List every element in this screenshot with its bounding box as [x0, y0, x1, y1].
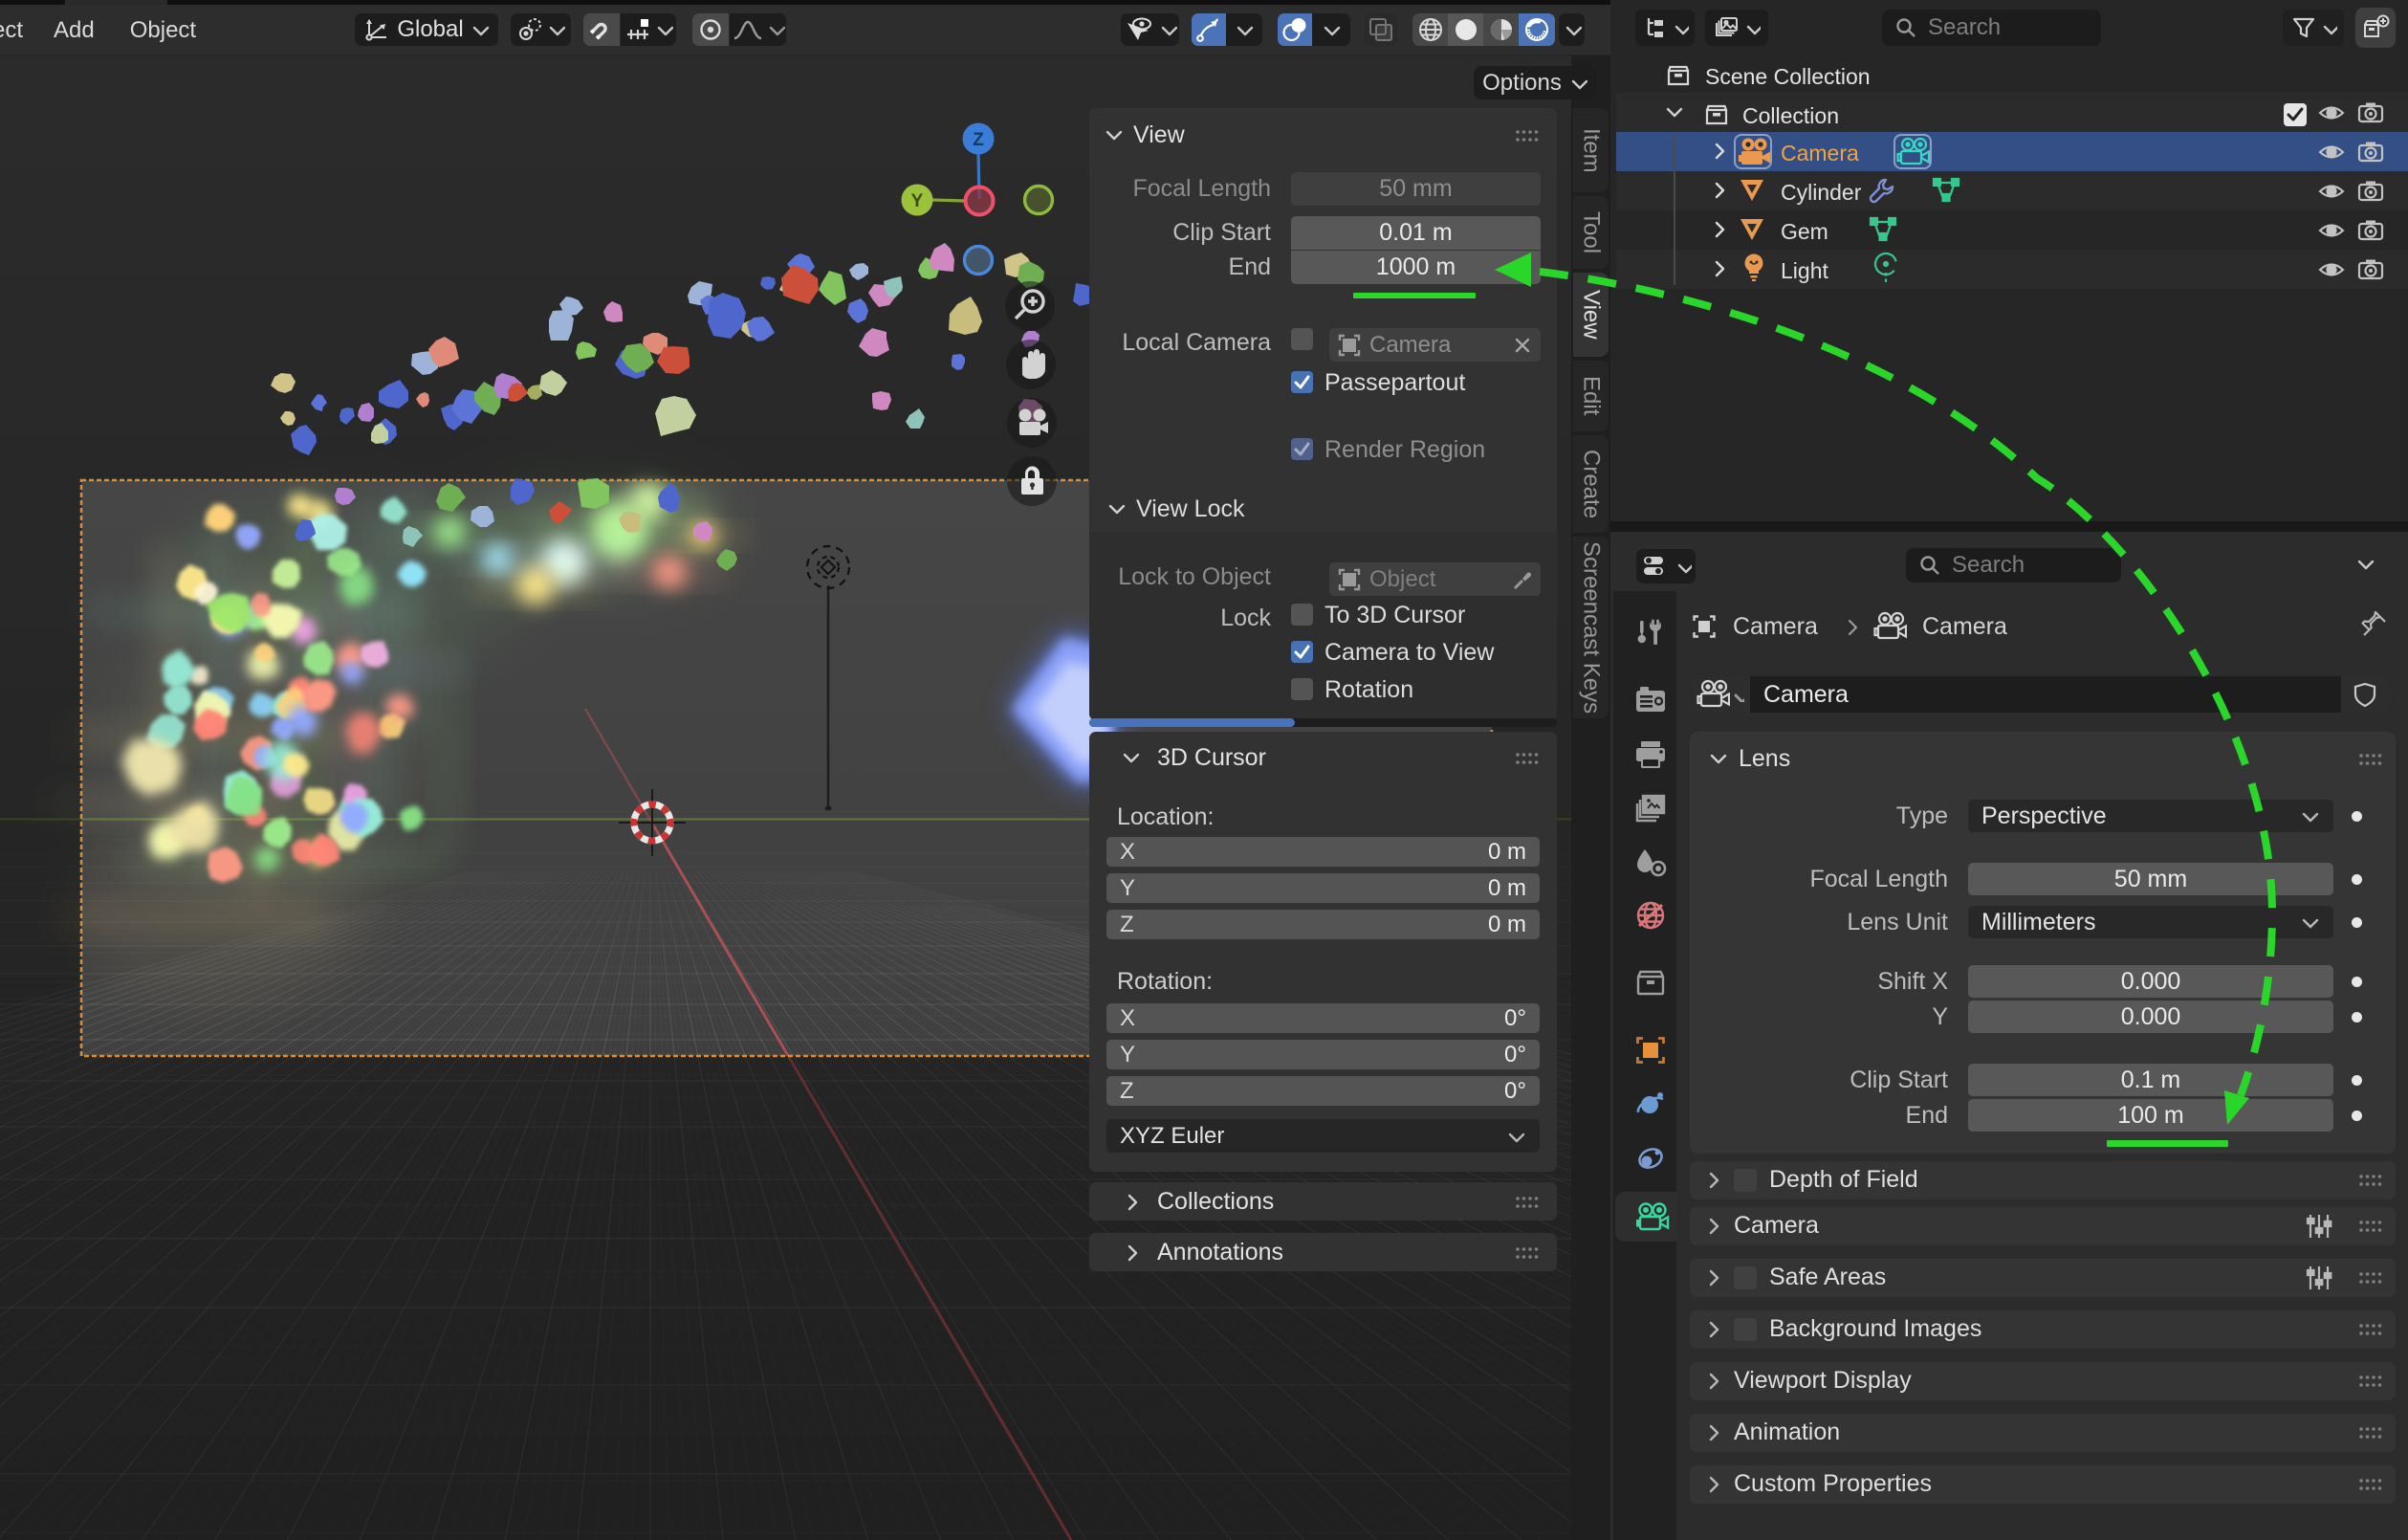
svg-text:Y: Y	[911, 191, 924, 211]
svg-text:Z: Z	[973, 130, 984, 150]
